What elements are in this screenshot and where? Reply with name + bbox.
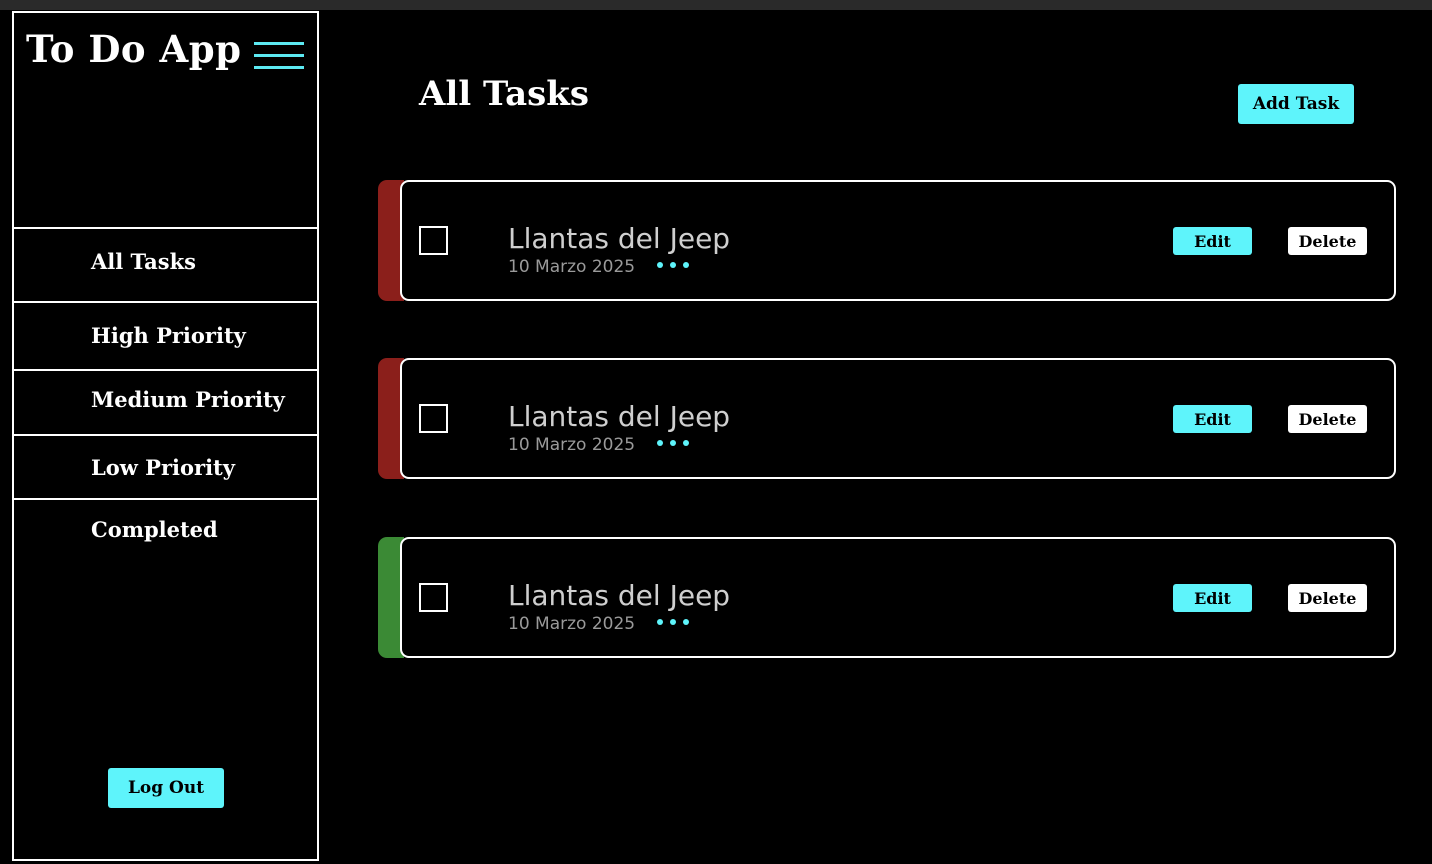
more-options-icon[interactable] (657, 262, 693, 270)
more-options-icon[interactable] (657, 440, 693, 448)
task-checkbox[interactable] (419, 404, 448, 433)
sidebar-item-all-tasks[interactable]: All Tasks (14, 229, 317, 301)
app-title: To Do App (26, 27, 242, 71)
delete-button[interactable]: Delete (1288, 405, 1367, 433)
sidebar-item-medium-priority[interactable]: Medium Priority (14, 371, 317, 434)
task-title: Llantas del Jeep (508, 579, 731, 612)
edit-button[interactable]: Edit (1173, 227, 1252, 255)
sidebar-item-label: High Priority (91, 323, 246, 348)
task-date: 10 Marzo 2025 (508, 257, 636, 277)
sidebar-item-label: Completed (91, 517, 218, 542)
task-date: 10 Marzo 2025 (508, 614, 636, 634)
sidebar-item-label: All Tasks (91, 249, 196, 274)
sidebar-item-label: Medium Priority (91, 387, 285, 412)
task-title: Llantas del Jeep (508, 222, 731, 255)
sidebar-item-low-priority[interactable]: Low Priority (14, 436, 317, 498)
task-card: Llantas del Jeep 10 Marzo 2025 Edit Dele… (400, 358, 1396, 479)
logout-button[interactable]: Log Out (108, 768, 224, 808)
task-card: Llantas del Jeep 10 Marzo 2025 Edit Dele… (400, 180, 1396, 301)
page-title: All Tasks (419, 74, 589, 114)
task-item: Llantas del Jeep 10 Marzo 2025 Edit Dele… (378, 180, 1396, 301)
sidebar-item-high-priority[interactable]: High Priority (14, 303, 317, 369)
task-item: Llantas del Jeep 10 Marzo 2025 Edit Dele… (378, 537, 1396, 658)
delete-button[interactable]: Delete (1288, 227, 1367, 255)
task-item: Llantas del Jeep 10 Marzo 2025 Edit Dele… (378, 358, 1396, 479)
edit-button[interactable]: Edit (1173, 405, 1252, 433)
sidebar-item-completed[interactable]: Completed (14, 500, 317, 560)
task-date: 10 Marzo 2025 (508, 435, 636, 455)
task-checkbox[interactable] (419, 583, 448, 612)
sidebar-item-label: Low Priority (91, 455, 235, 480)
delete-button[interactable]: Delete (1288, 584, 1367, 612)
task-checkbox[interactable] (419, 226, 448, 255)
task-card: Llantas del Jeep 10 Marzo 2025 Edit Dele… (400, 537, 1396, 658)
more-options-icon[interactable] (657, 619, 693, 627)
edit-button[interactable]: Edit (1173, 584, 1252, 612)
sidebar: To Do App All Tasks High Priority Medium… (12, 11, 319, 861)
task-title: Llantas del Jeep (508, 400, 731, 433)
add-task-button[interactable]: Add Task (1238, 84, 1354, 124)
hamburger-menu-icon[interactable] (254, 42, 304, 72)
